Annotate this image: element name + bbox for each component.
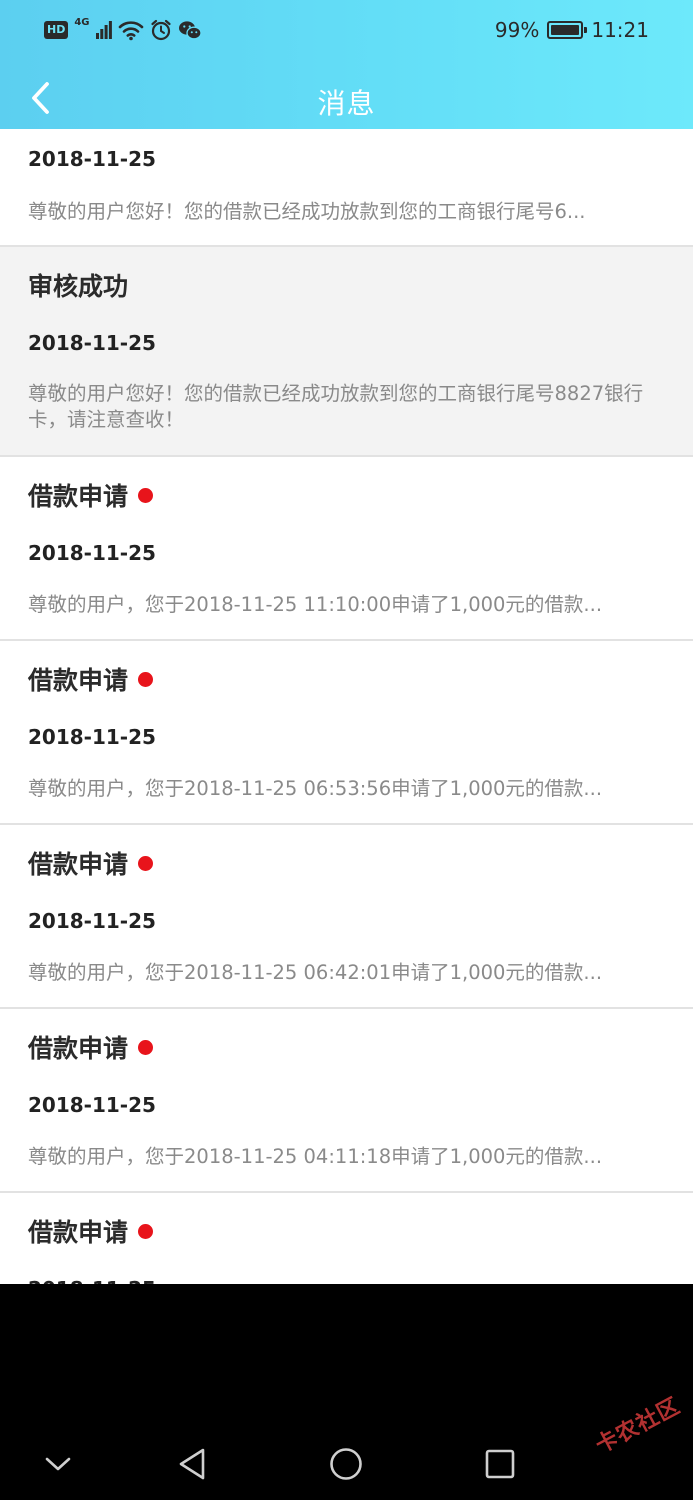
message-body: 尊敬的用户，您于2018-11-25 11:10:00申请了1,000元的借款.…	[28, 593, 603, 616]
message-body: 尊敬的用户，您于2018-11-25 04:11:18申请了1,000元的借款.…	[28, 1145, 603, 1168]
message-title: 借款申请	[28, 661, 154, 697]
message-title-text: 审核成功	[28, 272, 129, 301]
unread-dot	[138, 671, 154, 687]
app-header: HD 4G 99% 11:21 消息	[0, 0, 693, 129]
cellular-signal-icon	[95, 21, 112, 39]
message-body: 尊敬的用户，您于2018-11-25 06:42:01申请了1,000元的借款.…	[28, 961, 603, 984]
message-date: 2018-11-25	[28, 1093, 156, 1117]
system-navigation-bar	[0, 1284, 693, 1500]
message-body: 尊敬的用户您好！您的借款已经成功放款到您的工商银行尾号6...	[28, 200, 586, 223]
message-item[interactable]: 借款申请 2018-11-25 尊敬的用户，您于2018-11-25 04:11…	[0, 1009, 693, 1193]
battery-icon	[547, 21, 588, 39]
message-date: 2018-11-25	[28, 331, 156, 355]
message-title-text: 借款申请	[28, 666, 129, 695]
message-body: 尊敬的用户，您于2018-11-25 06:53:56申请了1,000元的借款.…	[28, 777, 603, 800]
page-title: 消息	[317, 87, 376, 120]
alarm-icon	[150, 19, 171, 41]
message-item[interactable]: 借款申请 2018-11-25 尊敬的用户，您于2018-11-25 11:10…	[0, 457, 693, 641]
back-triangle-icon	[179, 1448, 205, 1480]
message-list[interactable]: 2018-11-25 尊敬的用户您好！您的借款已经成功放款到您的工商银行尾号6.…	[0, 129, 693, 1284]
message-title-text: 借款申请	[28, 1034, 129, 1063]
message-title: 借款申请	[28, 845, 154, 881]
message-item[interactable]: 2018-11-25 尊敬的用户您好！您的借款已经成功放款到您的工商银行尾号6.…	[0, 129, 693, 247]
chevron-down-icon	[45, 1457, 71, 1471]
hide-nav-button[interactable]	[28, 1434, 88, 1494]
message-title-text: 借款申请	[28, 850, 129, 879]
wifi-icon	[118, 21, 143, 41]
clock: 11:21	[591, 18, 649, 42]
message-title-text: 借款申请	[28, 1218, 129, 1247]
unread-dot	[138, 1039, 154, 1055]
status-icons-right: 99% 11:21	[495, 16, 649, 44]
nav-back-button[interactable]	[162, 1434, 222, 1494]
message-title: 借款申请	[28, 1029, 154, 1065]
message-body: 尊敬的用户您好！您的借款已经成功放款到您的工商银行尾号8827银行卡，请注意查收…	[28, 382, 644, 431]
battery-percent: 99%	[494, 18, 540, 42]
status-icons-left: HD 4G	[44, 16, 202, 44]
nav-home-button[interactable]	[316, 1434, 376, 1494]
recents-square-icon	[485, 1449, 515, 1479]
wechat-icon	[178, 21, 202, 40]
message-item[interactable]: 审核成功 2018-11-25 尊敬的用户您好！您的借款已经成功放款到您的工商银…	[0, 247, 693, 457]
message-date: 2018-11-25	[28, 147, 156, 171]
message-date: 2018-11-25	[28, 1275, 156, 1284]
status-bar: HD 4G 99% 11:21	[0, 0, 693, 60]
message-date: 2018-11-25	[28, 541, 156, 565]
hd-icon: HD	[44, 21, 69, 39]
home-circle-icon	[330, 1448, 362, 1480]
nav-recents-button[interactable]	[470, 1434, 530, 1494]
message-title: 借款申请	[28, 1213, 154, 1249]
message-item[interactable]: 借款申请 2018-11-25 尊敬的用户，您于2018-11-25 06:42…	[0, 825, 693, 1009]
unread-dot	[138, 855, 154, 871]
message-date: 2018-11-25	[28, 725, 156, 749]
battery-fill	[551, 25, 580, 35]
message-date: 2018-11-25	[28, 909, 156, 933]
nav-bar: 消息	[0, 68, 693, 129]
network-type-label: 4G	[74, 17, 90, 28]
unread-dot	[138, 487, 154, 503]
message-title: 审核成功	[28, 267, 128, 303]
unread-dot	[138, 1223, 154, 1239]
message-item[interactable]: 借款申请 2018-11-25	[0, 1193, 693, 1284]
message-title: 借款申请	[28, 477, 154, 513]
message-item[interactable]: 借款申请 2018-11-25 尊敬的用户，您于2018-11-25 06:53…	[0, 641, 693, 825]
message-title-text: 借款申请	[28, 482, 129, 511]
